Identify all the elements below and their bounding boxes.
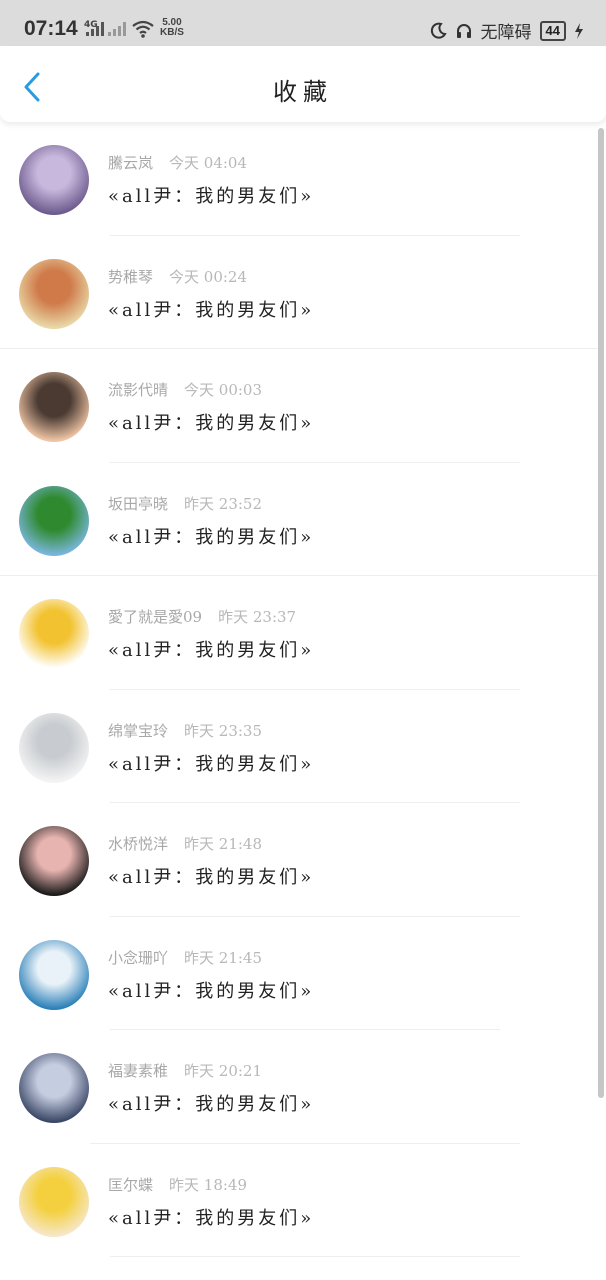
message-text: «all尹：我的男友们»	[108, 640, 315, 661]
message-text: «all尹：我的男友们»	[108, 186, 315, 207]
item-meta: 匡尔蝶 昨天 18:49	[108, 1174, 247, 1195]
message-text: «all尹：我的男友们»	[108, 413, 315, 434]
item-meta: 势稚琴 今天 00:24	[108, 266, 247, 287]
username: 匡尔蝶	[108, 1175, 154, 1194]
list-item[interactable]: 势稚琴 今天 00:24 «all尹：我的男友们»	[0, 236, 600, 349]
item-meta: 愛了就是愛09 昨天 23:37	[108, 606, 296, 627]
message-text: «all尹：我的男友们»	[108, 299, 315, 321]
avatar[interactable]	[19, 712, 89, 783]
nav-bar: 收藏	[0, 46, 606, 122]
username: 坂田亭晓	[108, 494, 169, 513]
list-item[interactable]: 坂田亭晓 昨天 23:52 «all尹：我的男友们»	[0, 463, 600, 576]
timestamp: 今天 00:03	[184, 381, 263, 399]
message-text: «all尹：我的男友们»	[108, 526, 315, 548]
avatar[interactable]	[19, 1053, 89, 1123]
item-meta: 騰云岚 今天 04:04	[108, 152, 247, 173]
item-meta: 小念珊吖 昨天 21:45	[108, 947, 262, 968]
timestamp: 今天 04:04	[169, 154, 248, 172]
favorites-list: 騰云岚 今天 04:04 «all尹：我的男友们» 势稚琴 今天 00:24 «al…	[0, 122, 600, 1257]
username: 愛了就是愛09	[108, 608, 203, 626]
avatar[interactable]	[19, 939, 89, 1010]
timestamp: 昨天 18:49	[169, 1175, 248, 1194]
message-text: «all尹：我的男友们»	[108, 867, 315, 888]
accessibility-label: 无障碍	[480, 23, 532, 43]
timestamp: 昨天 20:21	[184, 1062, 263, 1080]
list-item[interactable]: 小念珊吖 昨天 21:45 «all尹：我的男友们»	[0, 917, 600, 1030]
timestamp: 昨天 23:37	[218, 608, 297, 626]
username: 流影代晴	[108, 381, 169, 399]
avatar[interactable]	[19, 258, 89, 329]
list-item[interactable]: 绵掌宝玲 昨天 23:35 «all尹：我的男友们»	[0, 690, 600, 803]
timestamp: 昨天 21:45	[184, 948, 263, 967]
charging-icon	[575, 22, 583, 39]
avatar[interactable]	[19, 145, 89, 215]
page-title: 收藏	[273, 78, 333, 106]
message-text: «all尹：我的男友们»	[108, 753, 315, 775]
signal-icon	[86, 22, 104, 36]
item-meta: 绵掌宝玲 昨天 23:35	[108, 720, 262, 741]
item-meta: 福妻素稚 昨天 20:21	[108, 1060, 262, 1081]
username: 绵掌宝玲	[108, 721, 169, 740]
avatar[interactable]	[19, 485, 89, 556]
list-item[interactable]: 匡尔蝶 昨天 18:49 «all尹：我的男友们»	[0, 1144, 600, 1257]
item-meta: 水桥悦洋 昨天 21:48	[108, 833, 262, 854]
avatar[interactable]	[19, 1166, 89, 1237]
status-right: 无障碍 44	[429, 18, 584, 43]
network-speed: 5.00 KB/S	[160, 18, 184, 38]
avatar[interactable]	[19, 826, 89, 896]
list-item[interactable]: 流影代晴 今天 00:03 «all尹：我的男友们»	[0, 349, 600, 463]
status-time: 07:14	[24, 17, 78, 40]
username: 势稚琴	[108, 267, 154, 286]
item-meta: 流影代晴 今天 00:03	[108, 379, 262, 400]
signal-2-icon	[108, 22, 126, 36]
battery-icon: 44	[539, 20, 566, 41]
message-text: «all尹：我的男友们»	[108, 1094, 315, 1115]
status-bar: 07:14 4G 5.00 KB/S 无障碍 44	[0, 0, 606, 46]
divider	[110, 1256, 520, 1257]
username: 小念珊吖	[108, 948, 169, 967]
wifi-icon	[132, 20, 154, 38]
message-text: «all尹：我的男友们»	[108, 980, 315, 1002]
message-text: «all尹：我的男友们»	[108, 1207, 315, 1229]
username: 騰云岚	[108, 154, 154, 172]
list-item[interactable]: 水桥悦洋 昨天 21:48 «all尹：我的男友们»	[0, 803, 600, 917]
headphones-icon	[456, 23, 471, 38]
username: 水桥悦洋	[108, 835, 169, 853]
username: 福妻素稚	[108, 1062, 169, 1080]
list-item[interactable]: 福妻素稚 昨天 20:21 «all尹：我的男友们»	[0, 1030, 600, 1144]
list-item[interactable]: 愛了就是愛09 昨天 23:37 «all尹：我的男友们»	[0, 576, 600, 690]
avatar[interactable]	[19, 372, 89, 442]
timestamp: 昨天 23:52	[184, 494, 263, 513]
timestamp: 昨天 21:48	[184, 835, 263, 853]
list-item[interactable]: 騰云岚 今天 04:04 «all尹：我的男友们»	[0, 122, 600, 236]
moon-icon	[430, 22, 447, 39]
timestamp: 今天 00:24	[169, 267, 248, 286]
battery-level: 44	[545, 22, 560, 38]
item-meta: 坂田亭晓 昨天 23:52	[108, 493, 262, 514]
timestamp: 昨天 23:35	[184, 721, 263, 740]
speed-unit: KB/S	[160, 27, 184, 38]
scrollbar[interactable]	[598, 128, 604, 1098]
avatar[interactable]	[19, 599, 89, 669]
